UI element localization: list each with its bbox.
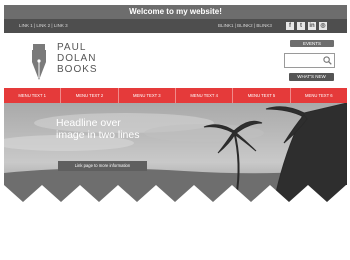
whats-new-button[interactable]: WHAT'S NEW	[289, 73, 334, 81]
nav-item-3[interactable]: MENU TEXT 3	[119, 88, 176, 103]
facebook-icon[interactable]: f	[286, 22, 294, 30]
hero-cta-button[interactable]: Link page to more information	[58, 161, 147, 171]
logo-line-3: BOOKS	[57, 64, 98, 75]
search-input[interactable]	[284, 53, 335, 68]
logo-wordmark[interactable]: PAUL DOLAN BOOKS	[57, 42, 98, 75]
page-frame: Welcome to my website! LINK 1 | LINK 2 |…	[4, 5, 347, 202]
nav-item-5[interactable]: MENU TEXT 5	[233, 88, 291, 103]
logo-line-1: PAUL	[57, 42, 87, 53]
instagram-icon[interactable]: ◎	[319, 22, 327, 30]
nav-item-6[interactable]: MENU TEXT 6	[291, 88, 347, 103]
hero-headline: Headline over image in two lines	[56, 117, 139, 141]
events-button[interactable]: EVENTS	[290, 40, 334, 47]
top-links-right[interactable]: BLINK1 | BLINK2 | BLINK3	[218, 19, 272, 33]
fountain-pen-logo-icon	[32, 44, 46, 80]
logo-line-2: DOLAN	[57, 53, 97, 64]
linkedin-icon[interactable]: in	[308, 22, 316, 30]
hero-banner: Headline over image in two lines Link pa…	[4, 103, 347, 202]
hero-headline-line-1: Headline over	[56, 117, 121, 129]
nav-item-4[interactable]: MENU TEXT 4	[176, 88, 234, 103]
link-bar: LINK 1 | LINK 2 | LINK 3 BLINK1 | BLINK2…	[4, 19, 347, 33]
top-links-left[interactable]: LINK 1 | LINK 2 | LINK 3	[19, 19, 68, 33]
twitter-icon[interactable]: t	[297, 22, 305, 30]
welcome-text: Welcome to my website!	[129, 7, 222, 16]
welcome-bar: Welcome to my website!	[4, 5, 347, 19]
nav-item-1[interactable]: MENU TEXT 1	[4, 88, 62, 103]
nav-item-2[interactable]: MENU TEXT 2	[61, 88, 119, 103]
site-header: PAUL DOLAN BOOKS EVENTS WHAT'S NEW	[4, 33, 347, 88]
social-icons: f t in ◎	[286, 22, 327, 30]
search-icon[interactable]	[323, 56, 332, 65]
main-nav: MENU TEXT 1 MENU TEXT 2 MENU TEXT 3 MENU…	[4, 88, 347, 103]
hero-headline-line-2: image in two lines	[56, 129, 140, 141]
